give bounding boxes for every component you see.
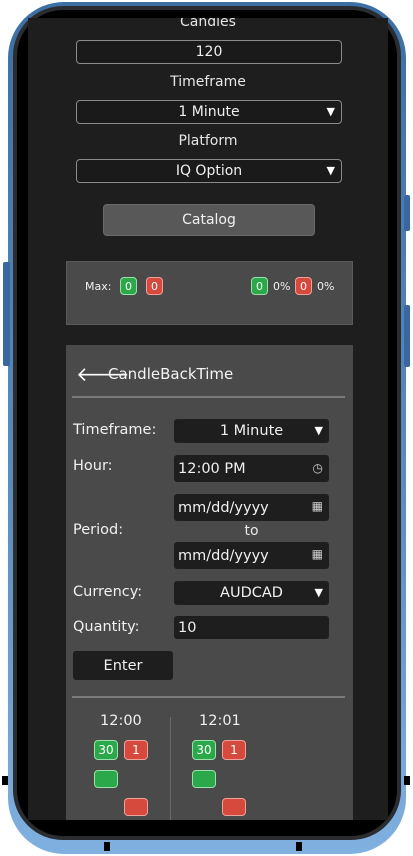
period-to-label: to	[244, 523, 259, 539]
phone-side-button	[404, 305, 410, 367]
enter-button[interactable]: Enter	[73, 651, 173, 680]
timeframe-row-label: Timeframe:	[73, 422, 157, 438]
red-indicator	[222, 798, 246, 816]
frame-notch	[104, 842, 110, 851]
divider	[72, 396, 345, 398]
hour-label: Hour:	[73, 458, 113, 474]
hour-input[interactable]: 12:00 PM ◷	[174, 455, 329, 482]
period-label: Period:	[73, 522, 124, 538]
platform-value: IQ Option	[175, 163, 243, 179]
timeframe-select[interactable]: 1 Minute ▼	[76, 100, 342, 124]
green-indicator	[94, 770, 118, 788]
period-to-placeholder: mm/dd/yyyy	[178, 547, 269, 564]
frame-notch	[2, 776, 8, 785]
chevron-down-icon: ▼	[326, 164, 335, 177]
results-divider	[170, 717, 171, 820]
result-green-badge: 30	[94, 740, 118, 760]
candlebacktime-panel: 🡐 CandleBackTime Timeframe: 1 Minute ▼ H…	[66, 345, 353, 820]
calendar-icon[interactable]: ▦	[312, 499, 323, 513]
result-time: 12:01	[199, 713, 241, 729]
catalog-button[interactable]: Catalog	[103, 204, 315, 236]
phone-side-button	[404, 195, 410, 231]
quantity-value: 10	[178, 619, 197, 636]
red-indicator	[124, 798, 148, 816]
result-red-badge: 1	[222, 740, 246, 760]
timeframe-label: Timeframe	[170, 74, 246, 90]
frame-notch	[404, 776, 410, 785]
currency-label: Currency:	[73, 584, 143, 600]
max-label: Max:	[85, 280, 112, 293]
candles-input[interactable]: 120	[76, 40, 342, 64]
stats-box: Max: 0 0 0 0% 0 0%	[66, 261, 353, 325]
result-time: 12:00	[100, 713, 142, 729]
period-from-placeholder: mm/dd/yyyy	[178, 499, 269, 516]
quantity-label: Quantity:	[73, 619, 140, 635]
currency-value: AUDCAD	[220, 585, 283, 601]
green-indicator	[192, 770, 216, 788]
clock-icon[interactable]: ◷	[313, 461, 323, 475]
app-screen: Candles 120 Timeframe 1 Minute ▼ Platfor…	[28, 18, 388, 820]
chevron-down-icon: ▼	[314, 424, 323, 437]
result-red-badge: 1	[124, 740, 148, 760]
platform-label: Platform	[178, 133, 238, 149]
period-to-input[interactable]: mm/dd/yyyy ▦	[174, 542, 329, 569]
loss-count-badge: 0	[295, 277, 312, 295]
phone-side-button	[3, 262, 10, 366]
platform-select[interactable]: IQ Option ▼	[76, 159, 342, 183]
win-count-badge: 0	[251, 277, 268, 295]
result-green-badge: 30	[192, 740, 216, 760]
frame-notch	[296, 842, 302, 851]
divider	[72, 696, 345, 698]
win-percent: 0%	[273, 280, 291, 293]
candles-label: Candles	[180, 18, 236, 30]
arrow-left-icon[interactable]: 🡐	[76, 362, 130, 386]
currency-select[interactable]: AUDCAD ▼	[174, 581, 329, 605]
chevron-down-icon: ▼	[314, 586, 323, 599]
panel-header: 🡐 CandleBackTime	[76, 362, 234, 386]
chevron-down-icon: ▼	[326, 105, 335, 118]
timeframe-value: 1 Minute	[178, 104, 240, 120]
quantity-input[interactable]: 10	[174, 616, 329, 639]
panel-timeframe-value: 1 Minute	[219, 423, 284, 439]
panel-title: CandleBackTime	[108, 365, 234, 383]
hour-value: 12:00 PM	[178, 460, 246, 477]
calendar-icon[interactable]: ▦	[312, 547, 323, 561]
panel-timeframe-select[interactable]: 1 Minute ▼	[174, 419, 329, 443]
period-from-input[interactable]: mm/dd/yyyy ▦	[174, 494, 329, 521]
max-green-badge: 0	[120, 277, 137, 295]
candles-value: 120	[195, 44, 223, 60]
max-red-badge: 0	[146, 277, 163, 295]
loss-percent: 0%	[317, 280, 335, 293]
